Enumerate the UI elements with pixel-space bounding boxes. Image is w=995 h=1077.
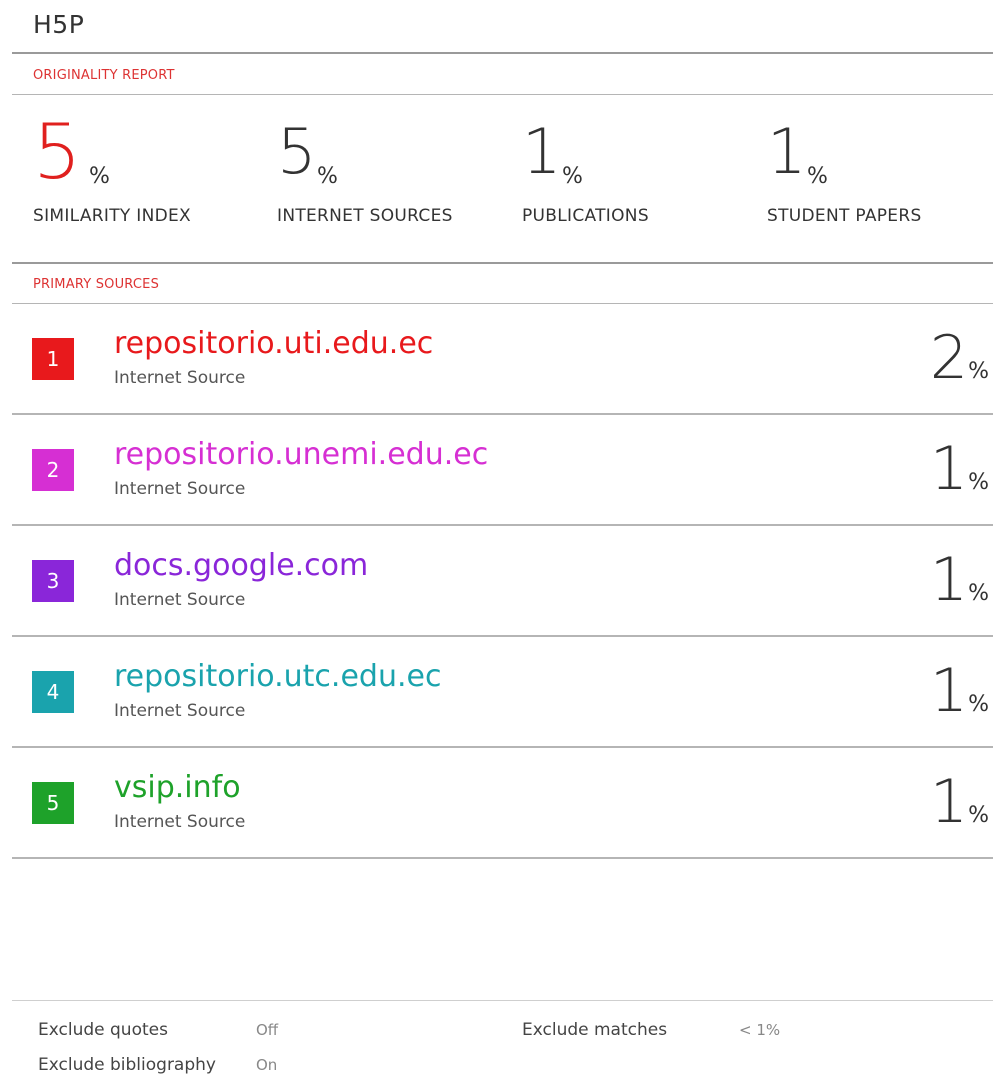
exclude-matches-label: Exclude matches (522, 1020, 668, 1040)
primary-sources-label: PRIMARY SOURCES (33, 277, 160, 292)
source-percentage-value: 1 (929, 434, 969, 504)
stats-divider (12, 262, 993, 264)
source-divider (12, 857, 993, 859)
source-name-link[interactable]: repositorio.unemi.edu.ec (114, 437, 488, 473)
internet-sources-value: 5 (277, 115, 317, 188)
source-type-label: Internet Source (114, 590, 246, 610)
source-percentage: 1% (930, 762, 989, 842)
publications-value: 1 (522, 115, 562, 188)
source-percentage: 1% (930, 429, 989, 509)
source-percentage: 1% (930, 651, 989, 731)
originality-divider (12, 94, 993, 95)
source-name-link[interactable]: docs.google.com (114, 548, 368, 584)
source-percentage-unit: % (968, 359, 989, 384)
source-rank-badge: 3 (32, 560, 74, 602)
exclude-bibliography-label: Exclude bibliography (38, 1055, 216, 1075)
source-percentage-value: 1 (929, 545, 969, 615)
source-percentage-unit: % (968, 692, 989, 717)
source-percentage: 1% (930, 540, 989, 620)
internet-sources-unit: % (317, 164, 338, 189)
source-percentage-value: 1 (929, 767, 969, 837)
source-row[interactable]: 5 vsip.info Internet Source 1% (12, 748, 993, 859)
title-divider (12, 52, 993, 54)
source-type-label: Internet Source (114, 812, 246, 832)
source-name-link[interactable]: repositorio.uti.edu.ec (114, 326, 433, 362)
source-type-label: Internet Source (114, 368, 246, 388)
similarity-index-value: 5 (33, 107, 82, 196)
exclude-matches-value: < 1% (739, 1021, 781, 1039)
source-name-link[interactable]: repositorio.utc.edu.ec (114, 659, 441, 695)
source-percentage-unit: % (968, 470, 989, 495)
similarity-index-unit: % (89, 164, 110, 189)
source-row[interactable]: 2 repositorio.unemi.edu.ec Internet Sour… (12, 415, 993, 526)
source-row[interactable]: 4 repositorio.utc.edu.ec Internet Source… (12, 637, 993, 748)
source-rank-badge: 2 (32, 449, 74, 491)
source-row[interactable]: 3 docs.google.com Internet Source 1% (12, 526, 993, 637)
source-rank-badge: 4 (32, 671, 74, 713)
student-papers-unit: % (807, 164, 828, 189)
source-name-link[interactable]: vsip.info (114, 770, 241, 806)
report-settings-divider (12, 1000, 993, 1001)
source-percentage-value: 1 (929, 656, 969, 726)
exclude-bibliography-value: On (256, 1056, 278, 1074)
source-type-label: Internet Source (114, 479, 246, 499)
publications-unit: % (562, 164, 583, 189)
student-papers-value: 1 (767, 115, 807, 188)
student-papers-label: STUDENT PAPERS (767, 206, 922, 226)
source-rank-badge: 5 (32, 782, 74, 824)
source-type-label: Internet Source (114, 701, 246, 721)
source-rank-badge: 1 (32, 338, 74, 380)
originality-report-label: ORIGINALITY REPORT (33, 68, 175, 83)
source-row[interactable]: 1 repositorio.uti.edu.ec Internet Source… (12, 304, 993, 415)
exclude-quotes-value: Off (256, 1021, 279, 1039)
source-percentage: 2% (930, 318, 989, 398)
source-percentage-unit: % (968, 803, 989, 828)
exclude-quotes-label: Exclude quotes (38, 1020, 168, 1040)
document-title: H5P (33, 10, 85, 39)
internet-sources-label: INTERNET SOURCES (277, 206, 453, 226)
source-percentage-value: 2 (929, 323, 969, 393)
similarity-index-label: SIMILARITY INDEX (33, 206, 191, 226)
publications-label: PUBLICATIONS (522, 206, 649, 226)
source-percentage-unit: % (968, 581, 989, 606)
